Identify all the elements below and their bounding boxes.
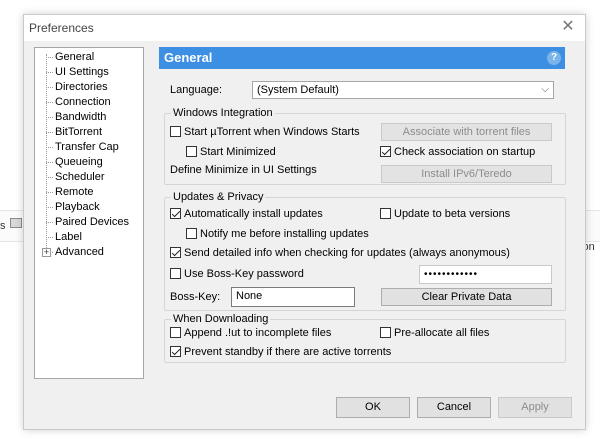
window-title: Preferences (29, 21, 94, 35)
tree-item-playback[interactable]: Playback (35, 200, 143, 215)
send-detailed-info-checkbox[interactable]: Send detailed info when checking for upd… (170, 247, 510, 261)
group-title-windows-integration: Windows Integration (171, 107, 275, 119)
tree-item-label: Playback (55, 201, 100, 213)
tree-item-label: Transfer Cap (55, 141, 119, 153)
tree-item-ui-settings[interactable]: UI Settings (35, 65, 143, 80)
tree-item-label-category[interactable]: Label (35, 230, 143, 245)
checkbox-box (170, 268, 181, 279)
checkbox-box (380, 146, 391, 157)
preallocate-checkbox[interactable]: Pre-allocate all files (380, 327, 489, 341)
associate-torrent-files-button[interactable]: Associate with torrent files (381, 123, 552, 141)
language-select[interactable]: (System Default) ⌵ (252, 81, 554, 99)
checkbox-label: Automatically install updates (184, 208, 323, 220)
tree-item-bittorrent[interactable]: BitTorrent (35, 125, 143, 140)
boss-key-password-field[interactable]: •••••••••••• (419, 265, 552, 284)
tree-item-label: Bandwidth (55, 111, 107, 123)
tree-item-label: BitTorrent (55, 126, 103, 138)
beta-versions-checkbox[interactable]: Update to beta versions (380, 208, 510, 222)
checkbox-box (170, 126, 181, 137)
tree-item-label: UI Settings (55, 66, 109, 78)
tree-item-label: Remote (55, 186, 94, 198)
tree-item-directories[interactable]: Directories (35, 80, 143, 95)
close-icon[interactable]: ✕ (557, 17, 579, 37)
background-text-left: s (0, 220, 6, 232)
check-association-checkbox[interactable]: Check association on startup (380, 146, 535, 160)
clear-private-data-button[interactable]: Clear Private Data (381, 288, 552, 306)
chevron-down-icon: ⌵ (541, 84, 549, 95)
cancel-button[interactable]: Cancel (417, 397, 491, 418)
tree-item-label: General (55, 51, 95, 63)
tree-item-scheduler[interactable]: Scheduler (35, 170, 143, 185)
checkbox-box (170, 247, 181, 258)
checkbox-box (170, 346, 181, 357)
tree-item-label: Label (55, 231, 82, 243)
category-tree[interactable]: General UI Settings Directories Connecti… (34, 47, 144, 379)
tree-item-paired-devices[interactable]: Paired Devices (35, 215, 143, 230)
group-title-when-downloading: When Downloading (171, 313, 271, 325)
checkbox-label: Pre-allocate all files (394, 327, 490, 339)
install-ipv6-button[interactable]: Install IPv6/Teredo (381, 165, 552, 183)
tree-item-label: Advanced (55, 246, 104, 258)
checkbox-label: Start µTorrent when Windows Starts (184, 126, 360, 138)
checkbox-label: Send detailed info when checking for upd… (184, 247, 510, 259)
section-header: General ? (159, 47, 565, 69)
group-title-updates-privacy: Updates & Privacy (171, 191, 266, 203)
expand-plus-icon[interactable]: + (42, 248, 51, 257)
tree-item-label: Paired Devices (55, 216, 129, 228)
checkbox-box (380, 327, 391, 338)
background-image-icon (10, 218, 22, 228)
tree-item-label: Scheduler (55, 171, 105, 183)
language-value: (System Default) (257, 84, 339, 96)
ok-button[interactable]: OK (336, 397, 410, 418)
tree-item-connection[interactable]: Connection (35, 95, 143, 110)
define-minimize-text: Define Minimize in UI Settings (170, 164, 317, 176)
tree-item-label: Connection (55, 96, 111, 108)
checkbox-box (186, 146, 197, 157)
start-minimized-checkbox[interactable]: Start Minimized (186, 146, 276, 160)
tree-item-bandwidth[interactable]: Bandwidth (35, 110, 143, 125)
checkbox-label: Check association on startup (394, 146, 536, 158)
checkbox-label: Use Boss-Key password (184, 268, 304, 280)
checkbox-box (170, 327, 181, 338)
tree-item-general[interactable]: General (35, 50, 143, 65)
tree-item-remote[interactable]: Remote (35, 185, 143, 200)
title-bar: Preferences ✕ (24, 15, 585, 41)
start-with-windows-checkbox[interactable]: Start µTorrent when Windows Starts (170, 126, 360, 140)
tree-item-transfer-cap[interactable]: Transfer Cap (35, 140, 143, 155)
notify-before-install-checkbox[interactable]: Notify me before installing updates (186, 228, 369, 242)
boss-key-label: Boss-Key: (170, 291, 221, 303)
tree-item-label: Directories (55, 81, 108, 93)
checkbox-box (170, 208, 181, 219)
tree-item-queueing[interactable]: Queueing (35, 155, 143, 170)
checkbox-box (186, 228, 197, 239)
checkbox-label: Notify me before installing updates (200, 228, 369, 240)
checkbox-label: Prevent standby if there are active torr… (184, 346, 392, 358)
tree-item-advanced[interactable]: + Advanced (35, 245, 143, 260)
boss-key-input[interactable]: None (231, 287, 355, 307)
help-icon[interactable]: ? (547, 51, 561, 65)
checkbox-label: Update to beta versions (394, 208, 511, 220)
auto-install-updates-checkbox[interactable]: Automatically install updates (170, 208, 323, 222)
prevent-standby-checkbox[interactable]: Prevent standby if there are active torr… (170, 346, 391, 360)
preferences-dialog: Preferences ✕ General UI Settings Direct… (23, 14, 586, 430)
language-label: Language: (170, 84, 222, 96)
checkbox-label: Start Minimized (200, 146, 276, 158)
append-ut-checkbox[interactable]: Append .!ut to incomplete files (170, 327, 331, 341)
checkbox-label: Append .!ut to incomplete files (184, 327, 332, 339)
boss-key-password-checkbox[interactable]: Use Boss-Key password (170, 268, 304, 282)
tree-item-label: Queueing (55, 156, 103, 168)
section-title: General (164, 50, 213, 65)
apply-button[interactable]: Apply (498, 397, 572, 418)
checkbox-box (380, 208, 391, 219)
